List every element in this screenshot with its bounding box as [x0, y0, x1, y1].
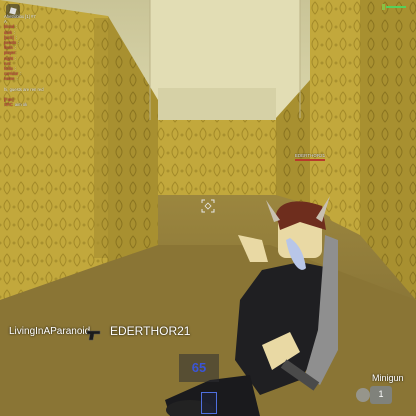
ammo-count: 65	[191, 360, 207, 375]
health-bar-icon	[382, 4, 408, 10]
chat-log: Ahetroblox [1] #7 A blood: dark: [nick]:…	[4, 14, 114, 108]
enemy-health-bar	[295, 159, 325, 161]
weapon-slot-number: 1	[378, 389, 384, 399]
crosshair-icon	[201, 199, 215, 213]
killer-name: LivingInAParanoid	[9, 326, 91, 337]
weapon-slot-button[interactable]: 1	[356, 386, 392, 404]
pistol-icon	[86, 330, 101, 341]
weapon-name: Minigun	[372, 373, 404, 383]
victim-name: EDERTHOR21	[110, 324, 191, 338]
hotbar-slot-selected[interactable]	[201, 392, 217, 414]
enemy-nametag: EDERTHOR21	[290, 153, 330, 161]
ammo-panel: 65	[179, 354, 219, 382]
chat-line: XRC aim ok	[4, 102, 28, 108]
enemy-name: EDERTHOR21	[294, 153, 326, 158]
